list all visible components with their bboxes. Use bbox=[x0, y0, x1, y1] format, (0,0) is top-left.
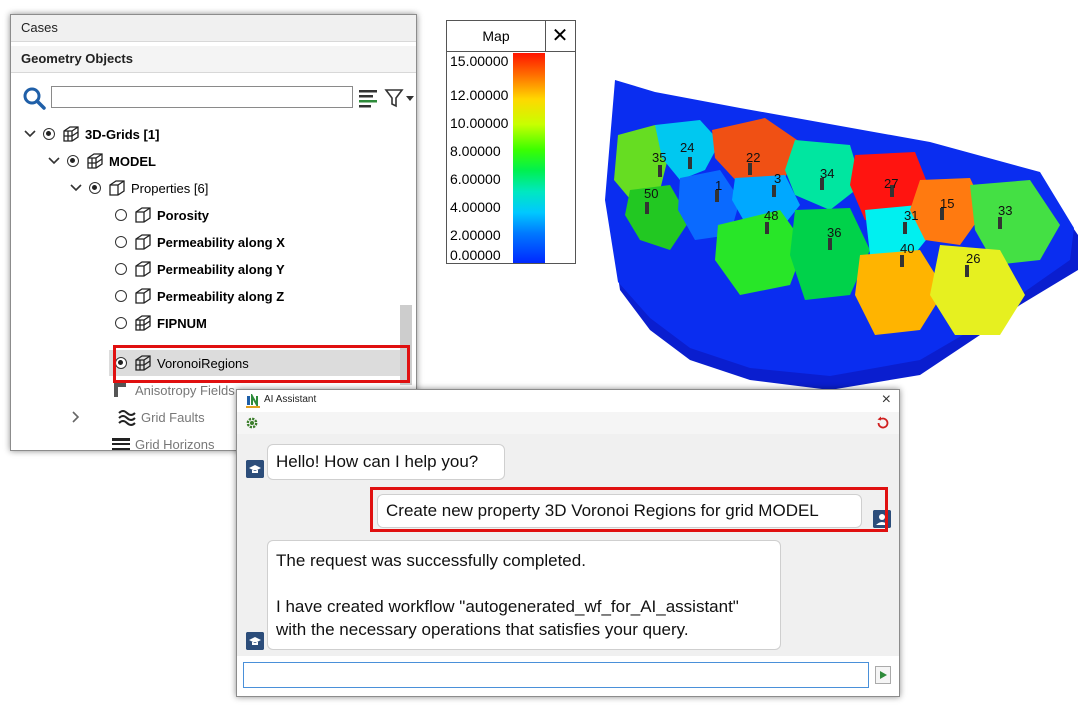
filter-dropdown-icon[interactable] bbox=[383, 86, 415, 110]
legend-tick: 8.00000 bbox=[450, 143, 501, 159]
chat-input[interactable] bbox=[243, 662, 869, 688]
message-line: The request was successfully completed. bbox=[276, 551, 586, 570]
color-legend: Map ✕ 15.00000 12.00000 10.00000 8.00000… bbox=[446, 20, 576, 264]
3d-grid-view[interactable]: 35 24 22 34 27 50 1 3 48 36 31 15 33 40 … bbox=[600, 60, 1080, 400]
ai-titlebar: AI Assistant × bbox=[237, 390, 899, 412]
tree-item-label: Anisotropy Fields bbox=[135, 382, 235, 398]
geometry-objects-header[interactable]: Geometry Objects bbox=[11, 46, 416, 73]
region-label: 1 bbox=[715, 178, 722, 193]
region-label: 33 bbox=[998, 203, 1012, 218]
anisotropy-icon bbox=[114, 383, 126, 397]
tree-item-label: FIPNUM bbox=[157, 315, 207, 331]
grid-cube-icon bbox=[135, 315, 151, 331]
tree-item-grid-horizons[interactable]: Grid Horizons bbox=[111, 431, 215, 451]
legend-tick: 2.00000 bbox=[450, 227, 501, 243]
tree-item-grid-faults[interactable]: Grid Faults bbox=[69, 404, 205, 430]
grid-cube-icon bbox=[87, 153, 103, 169]
grid-cube-icon bbox=[63, 126, 79, 142]
tree-item-model[interactable]: MODEL bbox=[47, 148, 156, 174]
property-cube-icon bbox=[109, 180, 125, 196]
tree-item-permeability-z[interactable]: Permeability along Z bbox=[115, 283, 284, 309]
chevron-right-icon[interactable] bbox=[69, 410, 83, 424]
tree-item-permeability-y[interactable]: Permeability along Y bbox=[115, 256, 285, 282]
highlight-box bbox=[370, 487, 888, 532]
legend-tick: 4.00000 bbox=[450, 199, 501, 215]
region-label: 24 bbox=[680, 140, 694, 155]
region-label: 35 bbox=[652, 150, 666, 165]
ai-window-title: AI Assistant bbox=[264, 394, 317, 405]
legend-tick: 6.00000 bbox=[450, 171, 501, 187]
send-icon[interactable] bbox=[875, 666, 891, 684]
visibility-radio[interactable] bbox=[43, 128, 55, 140]
tree-item-label: Properties [6] bbox=[131, 180, 209, 196]
visibility-radio[interactable] bbox=[115, 209, 127, 221]
message-line: I have created workflow "autogenerated_w… bbox=[276, 597, 739, 639]
region-label: 48 bbox=[764, 208, 778, 223]
visibility-radio[interactable] bbox=[89, 182, 101, 194]
legend-tick: 10.00000 bbox=[450, 115, 509, 131]
chevron-down-icon[interactable] bbox=[23, 127, 37, 141]
tree-search-bar bbox=[21, 85, 414, 113]
assistant-avatar-icon bbox=[246, 460, 264, 478]
list-view-icon[interactable] bbox=[357, 86, 379, 110]
tree-item-label: Permeability along X bbox=[157, 234, 285, 250]
app-logo-icon bbox=[246, 394, 260, 408]
visibility-radio[interactable] bbox=[115, 236, 127, 248]
ai-assistant-window: AI Assistant × Hello! How can I help you… bbox=[236, 389, 900, 697]
region-label: 27 bbox=[884, 176, 898, 191]
reset-icon[interactable] bbox=[875, 415, 891, 431]
region-label: 26 bbox=[966, 251, 980, 266]
tree-item-3d-grids[interactable]: 3D-Grids [1] bbox=[23, 121, 159, 147]
property-cube-icon bbox=[135, 234, 151, 250]
region-label: 50 bbox=[644, 186, 658, 201]
visibility-radio[interactable] bbox=[115, 263, 127, 275]
close-button[interactable]: × bbox=[882, 391, 891, 409]
region-label: 15 bbox=[940, 196, 954, 211]
geometry-tree-panel: Cases Geometry Objects 3D-Grids [1] MODE… bbox=[10, 14, 417, 451]
gear-icon[interactable] bbox=[244, 415, 260, 431]
cases-header[interactable]: Cases bbox=[11, 15, 416, 42]
tree-item-porosity[interactable]: Porosity bbox=[115, 202, 209, 228]
region-label: 3 bbox=[774, 171, 781, 186]
visibility-radio[interactable] bbox=[115, 317, 127, 329]
visibility-radio[interactable] bbox=[115, 290, 127, 302]
chevron-down-icon[interactable] bbox=[47, 154, 61, 168]
assistant-message-bubble: The request was successfully completed. … bbox=[267, 540, 781, 650]
tree-item-label: Porosity bbox=[157, 207, 210, 223]
tree-item-label: MODEL bbox=[109, 153, 156, 169]
assistant-message-bubble: Hello! How can I help you? bbox=[267, 444, 505, 480]
ai-toolbar bbox=[237, 412, 899, 435]
legend-tick: 0.00000 bbox=[450, 247, 501, 263]
assistant-avatar-icon bbox=[246, 632, 264, 650]
horizons-icon bbox=[112, 438, 130, 450]
tree-item-label: Grid Faults bbox=[141, 409, 205, 425]
region-label: 34 bbox=[820, 166, 834, 181]
legend-color-bar bbox=[513, 53, 545, 263]
highlight-box bbox=[113, 345, 410, 383]
legend-title: Map bbox=[447, 21, 546, 52]
region-label: 36 bbox=[827, 225, 841, 240]
chat-history[interactable]: Hello! How can I help you? Create new pr… bbox=[237, 434, 899, 656]
search-icon[interactable] bbox=[21, 85, 47, 111]
tree-item-label: Grid Horizons bbox=[135, 436, 215, 451]
property-cube-icon bbox=[135, 288, 151, 304]
region-label: 22 bbox=[746, 150, 760, 165]
legend-tick: 15.00000 bbox=[450, 53, 509, 69]
region-label: 31 bbox=[904, 208, 918, 223]
property-cube-icon bbox=[135, 207, 151, 223]
tree-item-label: Permeability along Z bbox=[157, 288, 285, 304]
faults-icon bbox=[118, 410, 136, 426]
property-cube-icon bbox=[135, 261, 151, 277]
tree-search-input[interactable] bbox=[51, 86, 353, 108]
tree-item-label: Permeability along Y bbox=[157, 261, 285, 277]
visibility-radio[interactable] bbox=[67, 155, 79, 167]
tree-item-fipnum[interactable]: FIPNUM bbox=[115, 310, 207, 336]
tree-item-properties[interactable]: Properties [6] bbox=[69, 175, 208, 201]
legend-tick: 12.00000 bbox=[450, 87, 509, 103]
chevron-down-icon[interactable] bbox=[69, 181, 83, 195]
tree-item-permeability-x[interactable]: Permeability along X bbox=[115, 229, 285, 255]
tree-item-label: 3D-Grids [1] bbox=[85, 126, 160, 142]
legend-close-button[interactable]: ✕ bbox=[545, 21, 575, 52]
region-label: 40 bbox=[900, 241, 914, 256]
